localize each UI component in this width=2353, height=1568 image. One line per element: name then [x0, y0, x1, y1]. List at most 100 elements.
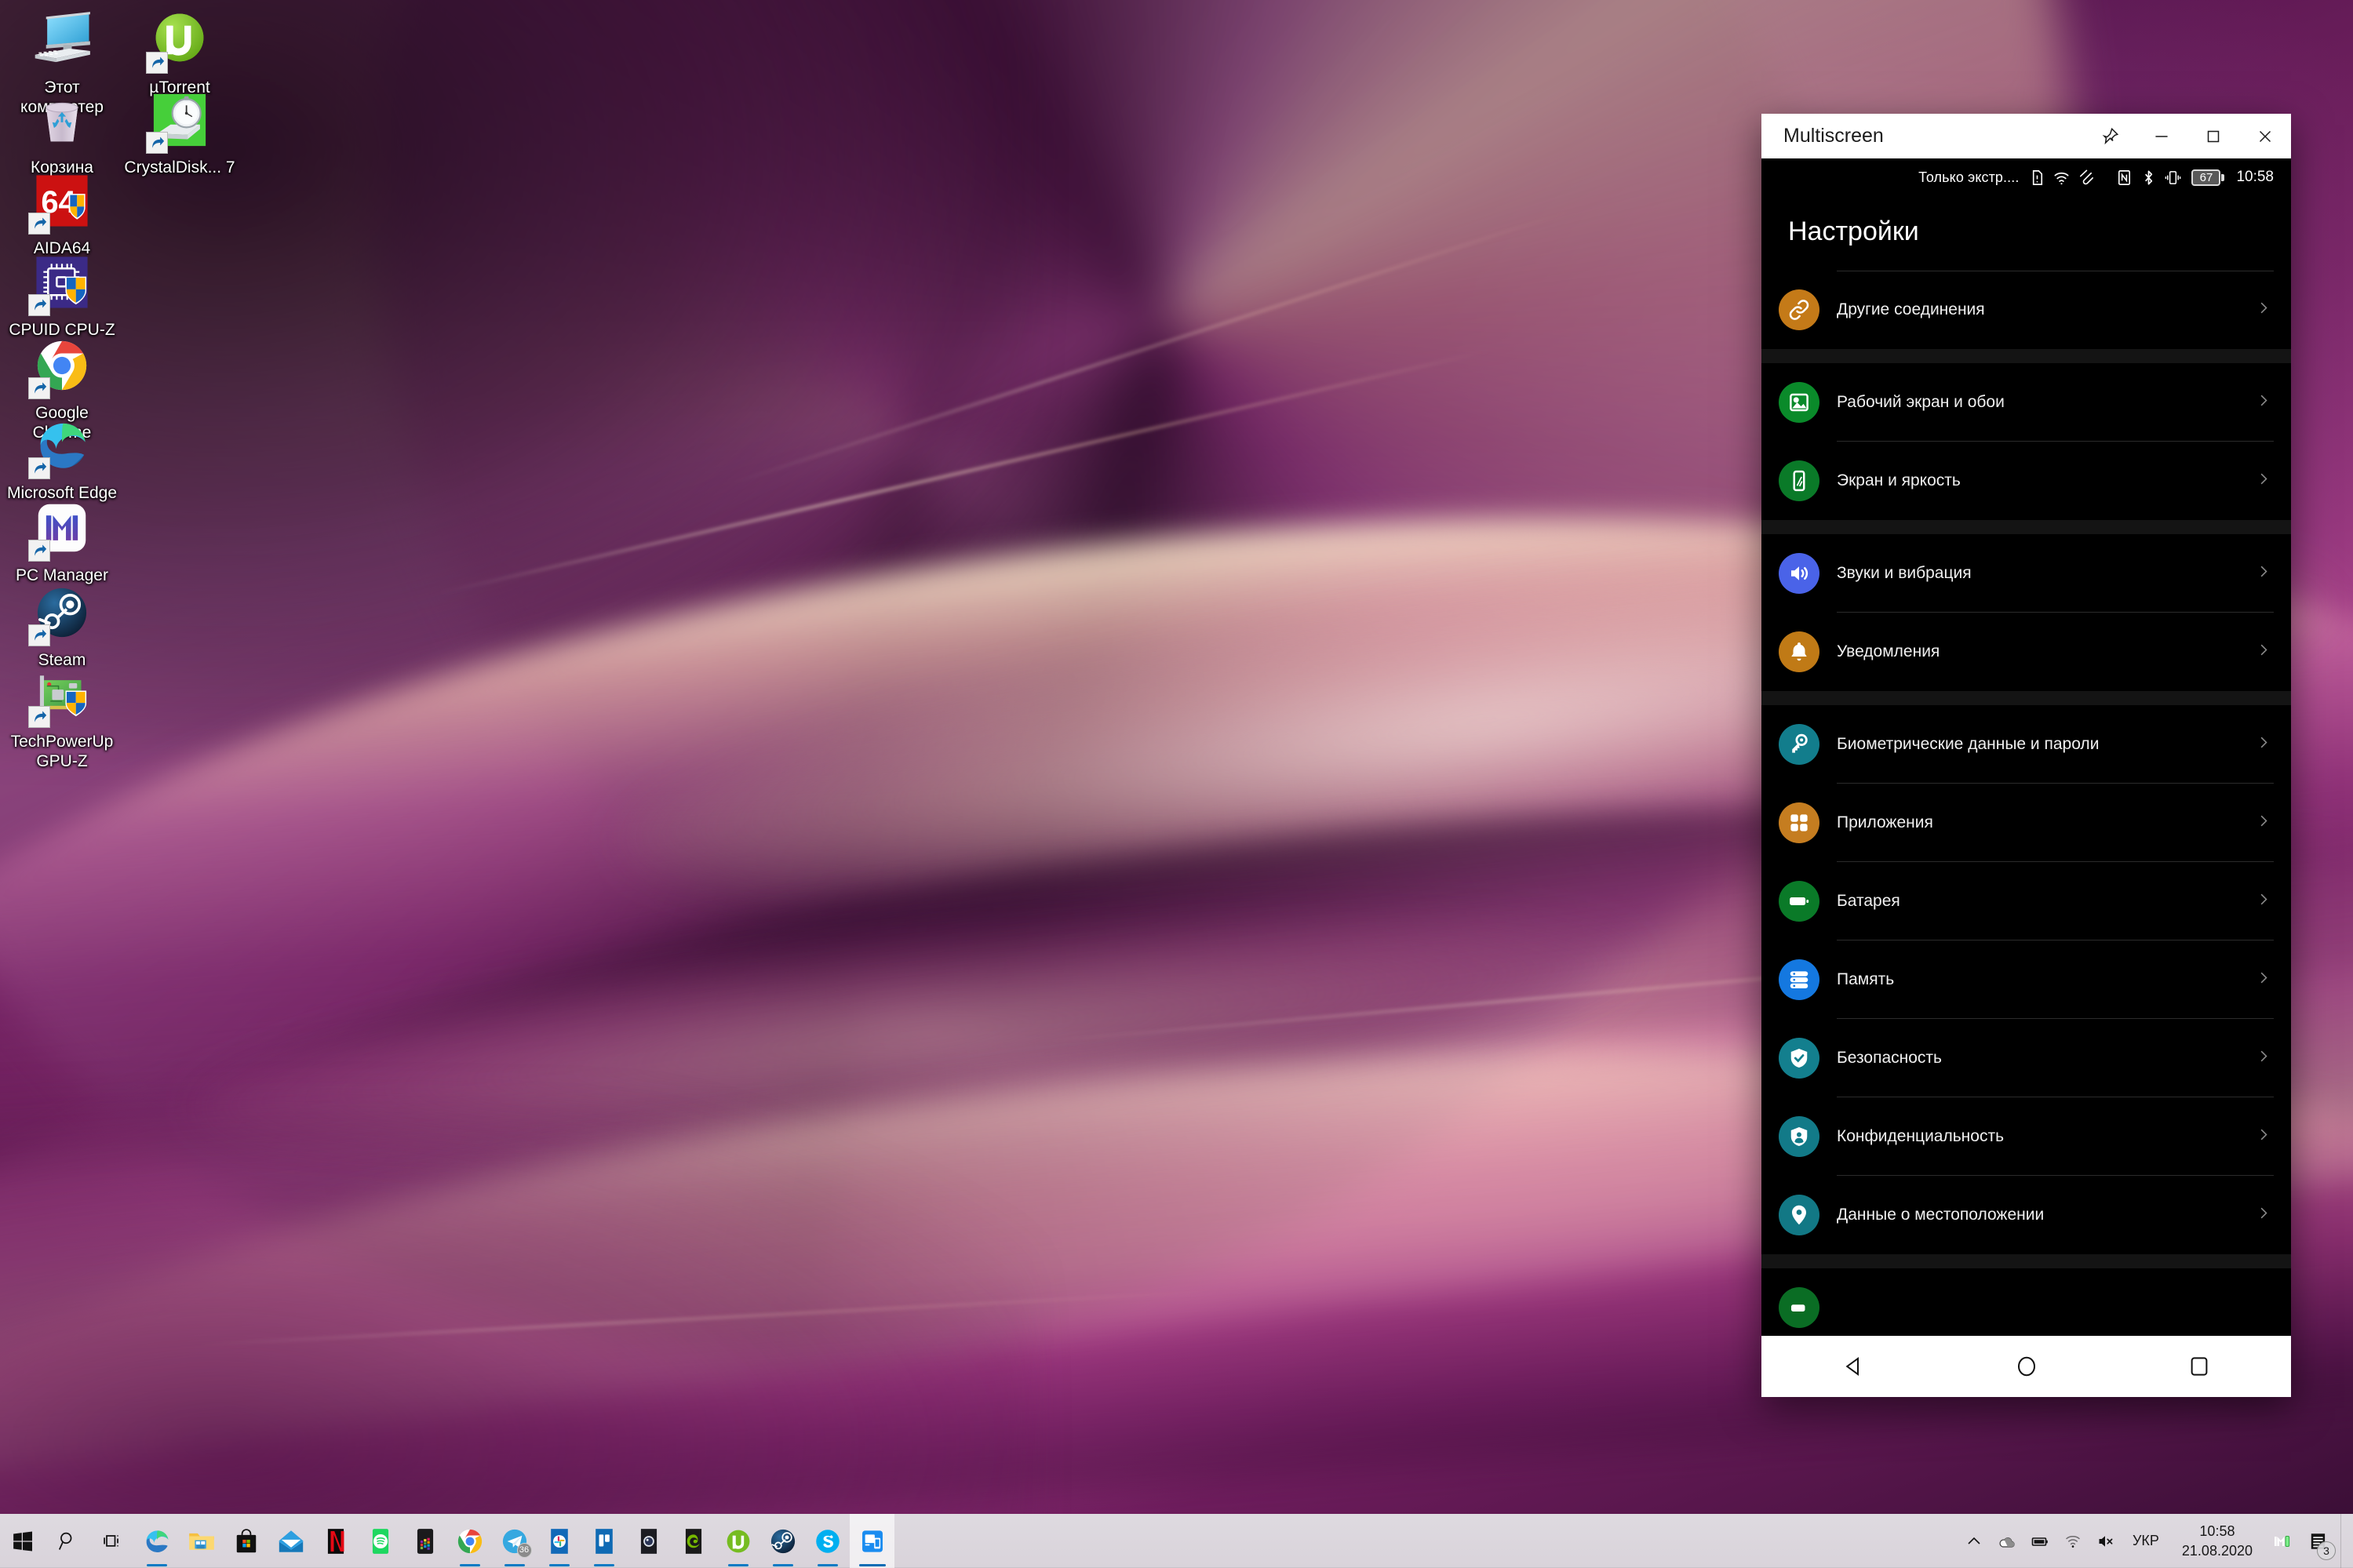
- desktop-icon-recycle-bin[interactable]: Корзина: [3, 86, 121, 177]
- maximize-button[interactable]: [2187, 114, 2239, 158]
- taskbar-microsoft-store[interactable]: [224, 1514, 268, 1568]
- desktop-icon-edge[interactable]: Microsoft Edge: [3, 412, 121, 503]
- settings-group-separator: [1761, 691, 2291, 705]
- show-desktop-button[interactable]: [2340, 1514, 2348, 1568]
- settings-item-label: Конфиденциальность: [1837, 1127, 2005, 1145]
- steam-icon: [768, 1526, 798, 1556]
- file-explorer-icon: [187, 1526, 217, 1556]
- desktop-icon-steam[interactable]: Steam: [3, 579, 121, 670]
- settings-item-apps[interactable]: Приложения: [1761, 784, 2291, 862]
- tray-battery[interactable]: [2023, 1514, 2056, 1568]
- start-button[interactable]: [0, 1514, 45, 1568]
- settings-group: Рабочий экран и обои Экран и яркость: [1761, 363, 2291, 520]
- taskbar-telegram[interactable]: 36: [492, 1514, 537, 1568]
- windows-logo-icon: [8, 1526, 38, 1556]
- settings-list: Другие соединения Рабочий экран и обои Э…: [1761, 271, 2291, 1347]
- language-indicator[interactable]: УКР: [2122, 1514, 2169, 1568]
- taskbar-running-indicator: [548, 1564, 570, 1566]
- taskbar-skype[interactable]: [805, 1514, 850, 1568]
- utorrent-icon: [723, 1526, 753, 1556]
- slack-icon: [545, 1526, 574, 1556]
- shortcut-overlay-icon: [28, 294, 50, 316]
- desktop-icon-cpuz[interactable]: CPUID CPU-Z: [3, 249, 121, 340]
- tray-volume[interactable]: [2089, 1514, 2122, 1568]
- nfc-icon: [2115, 169, 2133, 187]
- taskbar-trello[interactable]: [581, 1514, 626, 1568]
- task-view-button[interactable]: [89, 1514, 134, 1568]
- telegram-icon: 36: [500, 1526, 532, 1558]
- shortcut-overlay-icon: [28, 213, 50, 235]
- cpuz-icon: [28, 249, 96, 316]
- taskbar-clock[interactable]: 10:58 21.08.2020: [2169, 1514, 2265, 1568]
- bluetooth-icon: [2140, 169, 2158, 187]
- settings-item-display-brightness[interactable]: Экран и яркость: [1761, 442, 2291, 520]
- minimize-button[interactable]: [2136, 114, 2187, 158]
- settings-item-battery[interactable]: Батарея: [1761, 862, 2291, 940]
- settings-item-privacy[interactable]: Конфиденциальность: [1761, 1097, 2291, 1176]
- desktop-icon-gpuz[interactable]: TechPowerUp GPU-Z: [3, 660, 121, 771]
- obs-icon: [634, 1526, 664, 1556]
- taskbar-equalizer[interactable]: [402, 1514, 447, 1568]
- trello-icon: [589, 1526, 619, 1556]
- settings-item-other-connections[interactable]: Другие соединения: [1761, 271, 2291, 349]
- desktop-icon-aida64[interactable]: 64 AIDA64: [3, 167, 121, 258]
- taskbar-chrome[interactable]: [447, 1514, 492, 1568]
- settings-item-biometrics-passwords[interactable]: Биометрические данные и пароли: [1761, 705, 2291, 784]
- nav-recents-button[interactable]: [2172, 1343, 2227, 1390]
- tray-onedrive[interactable]: [1991, 1514, 2023, 1568]
- settings-group-partial: [1761, 1268, 2291, 1347]
- home-circle-icon: [2017, 1356, 2035, 1377]
- settings-group: Звуки и вибрация Уведомления: [1761, 534, 2291, 691]
- taskbar-running-indicator: [772, 1564, 793, 1566]
- recycle-bin-icon: [28, 86, 96, 154]
- pc-manager-icon: [28, 494, 96, 562]
- settings-item-label: Рабочий экран и обои: [1837, 393, 2005, 411]
- taskbar-obs[interactable]: [626, 1514, 671, 1568]
- desktop-icon-crystaldiskmark[interactable]: CrystalDisk... 7: [121, 86, 239, 177]
- action-center-button[interactable]: 3: [2298, 1514, 2339, 1568]
- bell-icon: [1779, 631, 1819, 672]
- search-button[interactable]: [45, 1514, 89, 1568]
- settings-item-storage[interactable]: Память: [1761, 940, 2291, 1019]
- battery-status-icon: 67: [2191, 169, 2225, 186]
- settings-item-location[interactable]: Данные о местоположении: [1761, 1176, 2291, 1254]
- settings-item-sounds-vibration[interactable]: Звуки и вибрация: [1761, 534, 2291, 613]
- system-tray: УКР 10:58 21.08.2020 3: [1958, 1514, 2353, 1568]
- close-icon: [2259, 130, 2271, 142]
- taskbar-multiscreen[interactable]: [850, 1514, 894, 1568]
- tray-pc-manager[interactable]: [2265, 1514, 2298, 1568]
- settings-item-notifications[interactable]: Уведомления: [1761, 613, 2291, 691]
- settings-item-label: Экран и яркость: [1837, 471, 1961, 489]
- settings-item-security[interactable]: Безопасность: [1761, 1019, 2291, 1097]
- taskbar-utorrent[interactable]: [716, 1514, 760, 1568]
- taskbar-edge[interactable]: [134, 1514, 179, 1568]
- chrome-icon: [455, 1526, 485, 1556]
- netflix-icon: [321, 1526, 351, 1556]
- privacy-shield-icon: [1779, 1116, 1819, 1157]
- close-button[interactable]: [2239, 114, 2291, 158]
- taskbar-file-explorer[interactable]: [179, 1514, 224, 1568]
- desktop-icon-utorrent[interactable]: µTorrent: [121, 6, 239, 97]
- desktop-icon-label: TechPowerUp GPU-Z: [10, 733, 114, 770]
- settings-item-home-screen-wallpaper[interactable]: Рабочий экран и обои: [1761, 363, 2291, 442]
- nav-home-button[interactable]: [1999, 1343, 2054, 1390]
- steam-icon: [28, 579, 96, 646]
- desktop-icon-pc-manager[interactable]: PC Manager: [3, 494, 121, 585]
- storage-icon: [1779, 959, 1819, 1000]
- taskbar-netflix[interactable]: [313, 1514, 358, 1568]
- taskbar-mail[interactable]: [268, 1514, 313, 1568]
- aida64-icon: 64: [28, 167, 96, 235]
- nav-back-button[interactable]: [1827, 1343, 1881, 1390]
- taskbar-nvidia[interactable]: [671, 1514, 716, 1568]
- taskbar-slack[interactable]: [537, 1514, 581, 1568]
- shortcut-overlay-icon: [28, 540, 50, 562]
- tray-network[interactable]: [2056, 1514, 2089, 1568]
- tray-overflow-button[interactable]: [1958, 1514, 1991, 1568]
- taskbar-running-indicator: [146, 1564, 167, 1566]
- pin-button[interactable]: [2084, 114, 2136, 158]
- window-titlebar[interactable]: Multiscreen: [1761, 114, 2291, 158]
- settings-item-partial[interactable]: [1761, 1268, 2291, 1347]
- taskbar-steam[interactable]: [760, 1514, 805, 1568]
- taskbar-spotify[interactable]: [358, 1514, 402, 1568]
- phone-brightness-icon: [1779, 460, 1819, 501]
